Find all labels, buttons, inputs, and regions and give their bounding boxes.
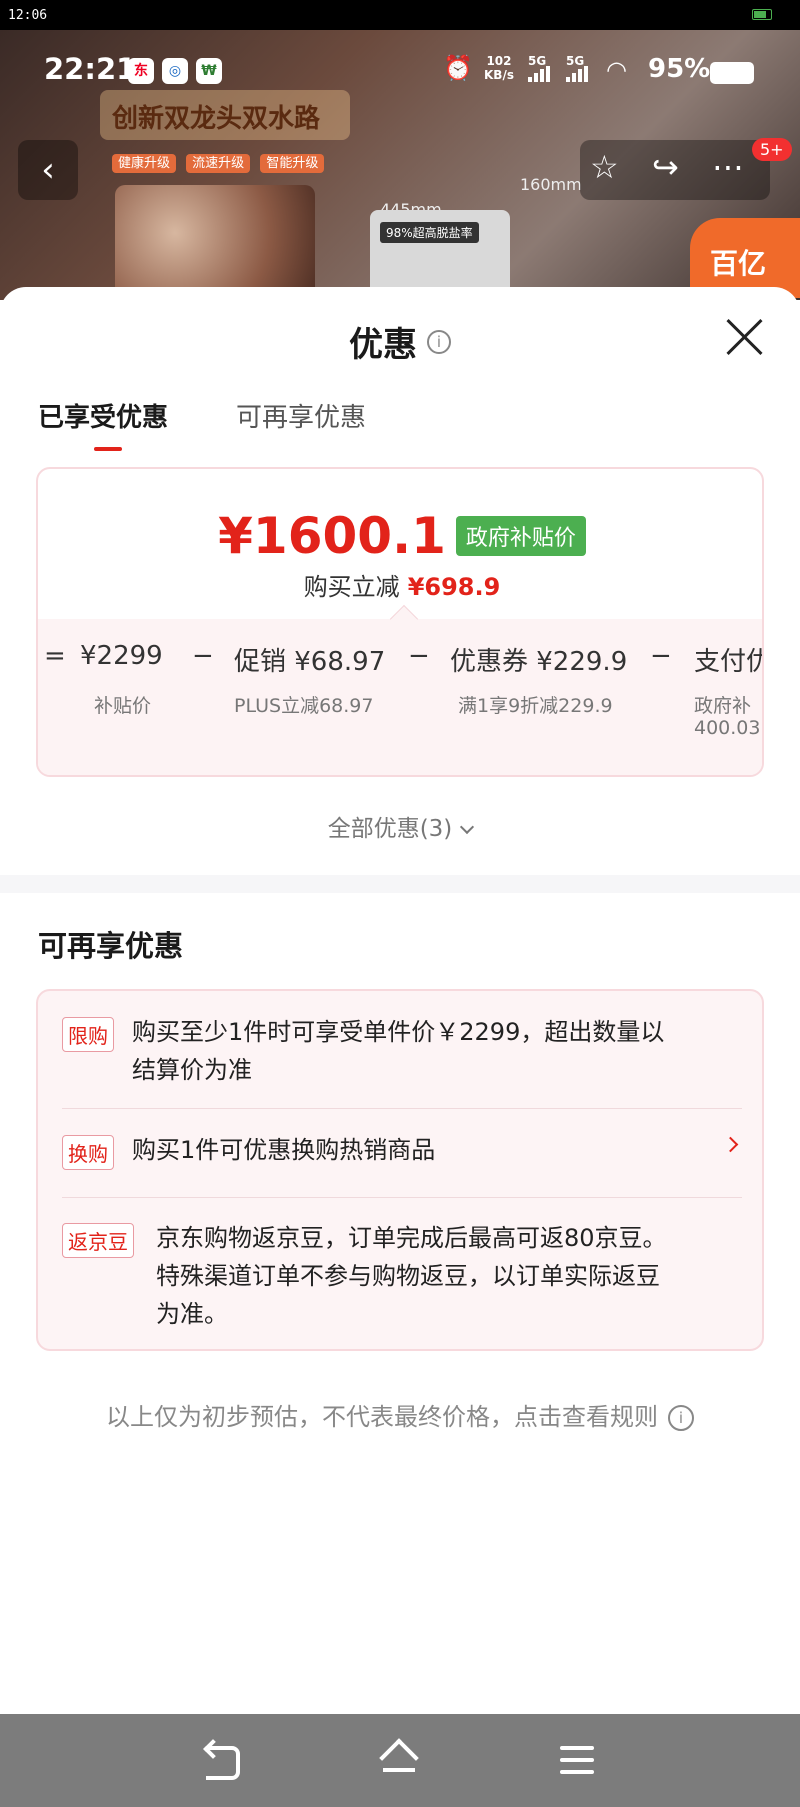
product-banner: 创新双龙头双水路 <box>100 90 350 140</box>
star-icon[interactable]: ☆ <box>590 148 619 186</box>
sheet-title: 优惠 <box>349 325 417 365</box>
jd-app-icon: 东 <box>128 58 154 84</box>
breakdown-sub: 400.03 <box>694 717 761 739</box>
share-icon[interactable]: ↪ <box>652 148 679 186</box>
breakdown-item: 促销 ¥68.97 <box>234 647 386 677</box>
net-rate-value: 102 <box>486 54 512 68</box>
deal-text: 购买至少1件时可享受单件价￥2299，超出数量以 结算价为准 <box>132 1013 664 1089</box>
outer-battery-icon <box>752 9 772 20</box>
more-deals-title: 可再享优惠 <box>38 929 184 963</box>
back-arrow-icon[interactable] <box>206 1746 240 1780</box>
info-icon[interactable]: i <box>427 329 451 354</box>
equals-op: = <box>44 641 66 671</box>
breakdown-item: 优惠券 ¥229.9 <box>450 647 628 677</box>
dimension-label: 160mm <box>520 175 582 194</box>
gov-subsidy-badge: 政府补贴价 <box>455 516 586 556</box>
outer-status-bar: 12:06 <box>0 0 800 30</box>
product-actions: ☆ ↪ ⋯ <box>580 140 770 200</box>
minus-op: − <box>192 641 214 671</box>
tab-enjoyed[interactable]: 已享受优惠 <box>38 397 168 434</box>
deal-tag: 返京豆 <box>62 1223 134 1258</box>
feature-chip: 智能升级 <box>260 154 325 173</box>
deal-tag: 换购 <box>62 1135 114 1170</box>
all-deals-toggle[interactable]: 全部优惠(3) <box>0 809 800 843</box>
reduce-amount: ¥698.9 <box>407 573 501 601</box>
battery-percent: 95% <box>648 54 711 84</box>
final-price-line: ¥1600.1 政府补贴价 <box>38 507 762 565</box>
close-button[interactable] <box>724 317 764 357</box>
status-time: 22:21 <box>44 52 137 86</box>
more-icon[interactable]: ⋯ <box>712 148 744 186</box>
breakdown-sub: 补贴价 <box>94 695 152 717</box>
status-bar: 22:21 东 ◎ ₩ ⏰ 102 KB/s 5G 5G ◠ 95% <box>0 48 800 94</box>
signal-icon <box>528 66 552 82</box>
minus-op: − <box>408 641 430 671</box>
message-badge: 5+ <box>752 138 792 161</box>
breakdown-sub: 满1享9折减229.9 <box>458 695 613 717</box>
tab-indicator <box>94 447 122 451</box>
rules-disclaimer[interactable]: 以上仅为初步预估，不代表最终价格，点击查看规则 i <box>0 1397 800 1432</box>
product-photo <box>115 185 315 300</box>
menu-icon[interactable] <box>560 1746 594 1776</box>
chevron-down-icon <box>460 819 475 835</box>
info-icon[interactable]: i <box>668 1405 694 1431</box>
deal-text-line: 结算价为准 <box>132 1056 252 1084</box>
chevron-right-icon <box>722 1136 739 1153</box>
deal-text-line: 购买至少1件时可享受单件价￥2299，超出数量以 <box>132 1018 665 1046</box>
wifi-icon: ◠ <box>606 56 627 84</box>
tab-more-available[interactable]: 可再享优惠 <box>236 397 366 434</box>
finance-app-icon: ₩ <box>196 58 222 84</box>
deal-text-line: 为准。 <box>156 1300 228 1328</box>
price-breakdown[interactable]: = ¥2299 补贴价 − 促销 ¥68.97 PLUS立减68.97 − 优惠… <box>38 619 762 775</box>
chevron-left-icon: ‹ <box>41 150 55 190</box>
more-deals-card: 限购 购买至少1件时可享受单件价￥2299，超出数量以 结算价为准 换购 购买1… <box>36 989 764 1351</box>
machine-label: 98%超高脱盐率 <box>380 222 479 243</box>
breakdown-item: ¥2299 <box>80 641 163 671</box>
minus-op: − <box>650 641 672 671</box>
signal-icon <box>566 66 590 82</box>
net-rate: 102 KB/s <box>484 54 514 82</box>
corner-promo-badge: 百亿 <box>690 218 800 298</box>
deal-row-limit: 限购 购买至少1件时可享受单件价￥2299，超出数量以 结算价为准 <box>62 1013 742 1084</box>
reduce-label: 购买立减 <box>303 573 400 601</box>
feature-chips: 健康升级 流速升级 智能升级 <box>112 152 330 173</box>
deal-text: 京东购物返京豆，订单完成后最高可返80京豆。 特殊渠道订单不参与购物返豆，以订单… <box>156 1219 667 1333</box>
deal-text: 购买1件可优惠换购热销商品 <box>132 1136 436 1164</box>
system-nav-bar <box>0 1714 800 1807</box>
row-divider <box>62 1197 742 1198</box>
breakdown-item: 支付优 <box>694 647 762 677</box>
deal-row-exchange[interactable]: 换购 购买1件可优惠换购热销商品 <box>62 1131 742 1171</box>
all-deals-label: 全部优惠(3) <box>327 816 453 842</box>
deal-text-line: 特殊渠道订单不参与购物返豆，以订单实际返豆 <box>156 1262 660 1290</box>
reduce-line: 购买立减 ¥698.9 <box>38 567 762 602</box>
outer-clock: 12:06 <box>8 8 48 23</box>
back-button[interactable]: ‹ <box>18 140 78 200</box>
net-rate-unit: KB/s <box>484 68 514 82</box>
deal-text-line: 京东购物返京豆，订单完成后最高可返80京豆。 <box>156 1224 667 1252</box>
breakdown-sub: PLUS立减68.97 <box>234 695 374 717</box>
section-divider <box>0 875 800 893</box>
breakdown-sub: 政府补 <box>694 695 752 717</box>
deal-row-beans: 返京豆 京东购物返京豆，订单完成后最高可返80京豆。 特殊渠道订单不参与购物返豆… <box>62 1219 742 1339</box>
alarm-icon: ⏰ <box>443 54 473 82</box>
sheet-header: 优惠 i <box>0 317 800 366</box>
map-app-icon: ◎ <box>162 58 188 84</box>
disclaimer-text: 以上仅为初步预估，不代表最终价格，点击查看规则 <box>106 1403 658 1431</box>
battery-icon <box>710 62 754 84</box>
discount-sheet: 优惠 i 已享受优惠 可再享优惠 ¥1600.1 政府补贴价 购买立减 ¥698.9 … <box>0 287 800 1714</box>
feature-chip: 健康升级 <box>112 154 177 173</box>
row-divider <box>62 1108 742 1109</box>
price-card: ¥1600.1 政府补贴价 购买立减 ¥698.9 = ¥2299 补贴价 − 促销… <box>36 467 764 777</box>
feature-chip: 流速升级 <box>186 154 251 173</box>
final-price: ¥1600.1 <box>218 507 446 565</box>
deal-tag: 限购 <box>62 1017 114 1052</box>
home-icon[interactable] <box>378 1742 420 1778</box>
